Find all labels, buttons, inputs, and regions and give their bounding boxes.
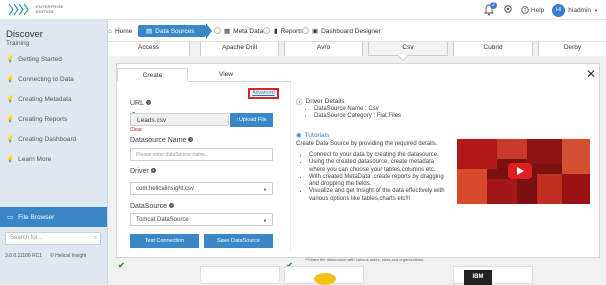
sidebar-item-connecting-to-data[interactable]: 💡 Connecting to Data <box>6 74 74 84</box>
datasource-select[interactable]: Tomcat DataSource ▼ <box>130 213 273 226</box>
lightbulb-icon: 💡 <box>6 156 15 163</box>
selected-caret-icon <box>398 55 408 61</box>
nav-meta-data[interactable]: ▦ Meta Data <box>224 25 263 37</box>
tab-create[interactable]: Create <box>117 68 188 81</box>
play-icon[interactable] <box>508 163 532 179</box>
tutorial-intro: Create Data Source by providing the requ… <box>296 141 438 147</box>
save-datasource-button[interactable]: Save DataSource <box>204 234 273 248</box>
home-icon: ⌂ <box>108 27 112 35</box>
avatar: HI <box>552 3 566 17</box>
sidebar-item-creating-metadata[interactable]: 💡 Creating Metadata <box>6 94 72 104</box>
datasource-name-input[interactable]: Please enter dataSource name.. <box>130 148 273 161</box>
datasource-card[interactable] <box>200 266 280 284</box>
tutorial-step: Connect to your data by creating the dat… <box>309 152 452 159</box>
sidebar-item-creating-reports[interactable]: 💡 Creating Reports <box>6 114 67 124</box>
tab-access[interactable]: Access <box>108 42 190 56</box>
datasource-label: DataSource? <box>130 203 174 210</box>
help-icon: ? <box>521 6 529 14</box>
drill-logo-icon <box>314 273 336 285</box>
chevron-down-icon: ▼ <box>263 218 267 223</box>
tab-cubrid[interactable]: Cubrid <box>453 42 533 56</box>
datasource-category-detail: DataSource Category : Flat Files <box>314 113 485 120</box>
driver-select[interactable]: com.helicalinsight.csv ▼ <box>130 182 273 195</box>
chevron-down-icon: ▼ <box>594 7 598 13</box>
datasource-card[interactable]: IBM <box>453 266 533 285</box>
lightbulb-icon: 💡 <box>6 136 15 143</box>
driver-label: Driver? <box>130 168 156 175</box>
nav-home[interactable]: ⌂ Home <box>108 25 132 37</box>
datasource-cards-row: ✔ ✔ IBM <box>108 261 606 285</box>
advanced-link[interactable]: Advanced <box>248 88 279 99</box>
lightbulb-icon: 💡 <box>6 96 15 103</box>
nav-dashboard-designer[interactable]: ▣ Dashboard Designer <box>312 25 381 37</box>
chevron-down-icon: ▼ <box>263 187 267 192</box>
top-bar: ENTERPRISE EDITION 2 ? Help HI hiadmin ▼ <box>0 0 606 20</box>
helical-logo-icon <box>8 3 29 16</box>
lightbulb-icon: 💡 <box>6 56 15 63</box>
user-menu[interactable]: HI hiadmin ▼ <box>552 3 598 17</box>
tab-csv[interactable]: Csv <box>368 42 448 56</box>
svg-text:?: ? <box>524 8 527 14</box>
help-icon: ? <box>188 137 194 142</box>
checkmark-icon: ✔ <box>118 261 125 270</box>
settings-icon[interactable] <box>503 4 513 16</box>
clear-link[interactable]: Clear <box>130 127 142 133</box>
tab-avro[interactable]: Avro <box>284 42 363 56</box>
database-icon: ▤ <box>146 28 153 35</box>
edition-label: ENTERPRISE EDITION <box>36 4 64 14</box>
tab-view[interactable]: View <box>188 68 264 81</box>
tab-derby[interactable]: Derby <box>538 42 606 56</box>
folder-icon: ▭ <box>7 214 14 221</box>
sidebar-footer: 3.0.0.11186 RC1 © Helical Insight <box>5 253 86 259</box>
ibm-logo: IBM <box>464 270 492 285</box>
sidebar-subtitle: Training <box>6 40 30 47</box>
upload-file-button[interactable]: ↑Upload File <box>230 113 273 127</box>
help-link[interactable]: ? Help <box>521 6 544 14</box>
datasource-name-label: Datasource Name? <box>130 137 194 144</box>
lightbulb-icon: 💡 <box>6 116 15 123</box>
datasource-type-tabs: Access Apache Drill Avro Csv Cubrid Derb… <box>108 42 606 56</box>
help-icon: ? <box>168 203 174 208</box>
tab-apache-drill[interactable]: Apache Drill <box>200 42 279 56</box>
nav-reports[interactable]: ▮ Reports <box>274 25 303 37</box>
file-browser-button[interactable]: ▭ File Browser <box>0 207 107 227</box>
tutorial-step: With created MetaData ,create reports by… <box>309 174 452 189</box>
tutorial-icon: ◉ <box>296 132 302 139</box>
sidebar-item-learn-more[interactable]: 💡 Learn More <box>6 154 51 164</box>
driver-details-list: DataSource Name : Csv DataSource Categor… <box>305 106 485 121</box>
tutorial-list: Connect to your data by creating the dat… <box>300 152 452 203</box>
sidebar-item-getting-started[interactable]: 💡 Getting Started <box>6 54 62 64</box>
close-icon[interactable]: ✕ <box>586 68 596 80</box>
tutorial-step: Visualize and get Insight of the data ef… <box>309 188 452 203</box>
driver-details-heading: ⓘ Driver Details <box>296 97 345 107</box>
nav-data-sources[interactable]: ▤ Data Sources <box>138 25 206 37</box>
help-icon: ? <box>146 100 152 105</box>
sidebar-title: Discover <box>6 29 43 40</box>
tutorial-video[interactable] <box>457 139 590 204</box>
dashboard-icon: ▣ <box>312 28 319 35</box>
metadata-icon: ▦ <box>224 28 231 35</box>
search-icon: ⌕ <box>93 235 97 241</box>
sidebar-search-input[interactable]: Search for... ⌕ <box>5 232 101 245</box>
url-label: URL? <box>130 100 152 107</box>
help-icon: ? <box>150 168 156 173</box>
tutorials-heading: ◉ Tutorials <box>296 131 330 140</box>
copyright-label: © Helical Insight <box>50 253 87 259</box>
datasource-name-detail: DataSource Name : Csv <box>314 106 485 113</box>
datasource-card[interactable] <box>284 266 364 285</box>
nav-bar: ⌂ Home ▤ Data Sources ▦ Meta Data ▮ Reports … <box>108 20 606 42</box>
info-icon: ⓘ <box>296 99 303 106</box>
file-input[interactable]: Leads.csv <box>130 113 229 126</box>
user-name: hiadmin <box>568 6 592 14</box>
test-connection-button[interactable]: Test Connection <box>130 234 199 248</box>
sidebar-item-creating-dashboard[interactable]: 💡 Creating Dashboard <box>6 134 76 144</box>
version-label: 3.0.0.11186 RC1 <box>5 253 43 259</box>
notification-badge: 2 <box>489 2 497 9</box>
bar-chart-icon: ▮ <box>274 28 278 35</box>
lightbulb-icon: 💡 <box>6 76 15 83</box>
notification-bell-icon[interactable]: 2 <box>483 2 497 16</box>
tutorial-step: Using the created datasource, create met… <box>309 159 452 174</box>
